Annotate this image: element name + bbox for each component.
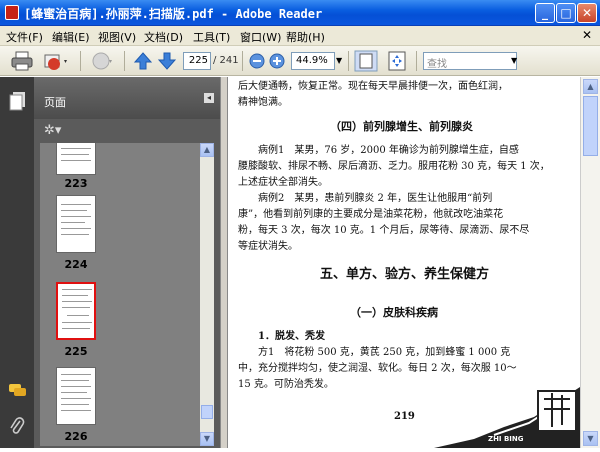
attachment-icon[interactable]: [9, 417, 25, 437]
toolbar-separator: [124, 51, 125, 71]
zoom-in-icon[interactable]: [268, 50, 286, 72]
toolbar: 225 / 241 44.9% ▼ 查找 ▼: [0, 46, 600, 76]
document-page: 后大便通畅，恢复正常。现在每天早晨排便一次，面色红润， 精神饱满。 （四）前列腺…: [228, 77, 580, 448]
previous-page-icon[interactable]: [132, 50, 154, 72]
toolbar-separator: [348, 51, 349, 71]
doc-line: 病例2 某男，患前列腺炎 2 年，医生让他服用“前列: [258, 193, 493, 204]
doc-line: 康”，他看到前列康的主要成分是油菜花粉，他就改吃油菜花: [238, 209, 504, 220]
maximize-button[interactable]: □: [556, 3, 576, 23]
thumbnail-label: 224: [64, 258, 88, 271]
topic-heading: 1．脱发、秃发: [258, 331, 325, 342]
doc-line: 粉，每天 3 次，每次 10 克。1 个月后，尿等待、尿滴沥、尿不尽: [238, 225, 530, 236]
panel-header: 页面 ◂: [34, 77, 220, 119]
menu-document[interactable]: 文档(D): [144, 29, 183, 45]
review-comment-icon[interactable]: [90, 50, 116, 72]
page-number: 219: [394, 411, 415, 422]
window-title: [蜂蜜治百病].孙丽萍.扫描版.pdf - Adobe Reader: [24, 7, 323, 21]
thumbnail-label: 225: [64, 345, 88, 358]
zoom-out-icon[interactable]: [248, 50, 266, 72]
menu-view[interactable]: 视图(V): [98, 29, 136, 45]
page-thumbnail-224[interactable]: [56, 195, 96, 253]
toolbar-separator: [80, 51, 81, 71]
doc-line: 方1 将花粉 500 克，黄芪 250 克，加到蜂蜜 1 000 克: [258, 347, 511, 358]
print-icon[interactable]: [10, 50, 34, 72]
page-thumbnail-225[interactable]: [56, 282, 96, 340]
scrollbar-thumb[interactable]: [201, 405, 213, 419]
doc-line: 腰膝酸软、排尿不畅、尿后滴沥、乏力。服用花粉 30 克，每天 1 次，: [238, 161, 550, 172]
menu-tools[interactable]: 工具(T): [193, 29, 230, 45]
doc-line: 精神饱满。: [238, 97, 288, 108]
thumbnail-label: 223: [64, 177, 88, 190]
chevron-down-icon[interactable]: ▼: [336, 56, 342, 65]
scroll-up-icon[interactable]: ▲: [200, 143, 214, 157]
scroll-down-icon[interactable]: ▼: [583, 431, 598, 446]
doc-line: 上述症状全部消失。: [238, 177, 328, 188]
full-screen-icon[interactable]: [386, 50, 408, 72]
toolbar-separator: [416, 51, 417, 71]
doc-line: 后大便通畅，恢复正常。现在每天早晨排便一次，面色红润，: [238, 81, 508, 92]
scrollbar-thumb[interactable]: [583, 96, 598, 156]
document-close-icon[interactable]: ✕: [582, 28, 592, 42]
menu-file[interactable]: 文件(F): [6, 29, 43, 45]
find-input[interactable]: 查找: [423, 52, 517, 70]
subsection-heading: （一）皮肤科疾病: [350, 306, 438, 319]
menu-help[interactable]: 帮助(H): [286, 29, 325, 45]
doc-line: 病例1 某男，76 岁，2000 年确诊为前列腺增生症，自感: [258, 145, 519, 156]
scroll-down-icon[interactable]: ▼: [200, 432, 214, 446]
document-scrollbar[interactable]: ▲ ▼: [580, 77, 600, 448]
zoom-level-select[interactable]: 44.9%: [291, 52, 335, 70]
next-page-icon[interactable]: [156, 50, 178, 72]
thumbnail-list: 223 224 225 226: [40, 143, 200, 446]
page-number-input[interactable]: 225: [183, 52, 211, 70]
minimize-button[interactable]: _: [535, 3, 555, 23]
doc-line: 中，充分搅拌均匀，使之润湿、软化。每日 2 次，每次服 10～: [238, 363, 517, 374]
decorative-stamp-graphic: ZHI BING: [434, 387, 580, 448]
page-thumbnail-226[interactable]: [56, 367, 96, 425]
navigation-rail: [0, 77, 34, 448]
stamp-text: ZHI BING: [488, 435, 524, 443]
doc-line: 15 克。可防治秃发。: [238, 379, 334, 390]
doc-line: 等症状消失。: [238, 241, 298, 252]
pages-icon[interactable]: [9, 91, 27, 111]
scroll-up-icon[interactable]: ▲: [583, 79, 598, 94]
chapter-heading: 五、单方、验方、养生保健方: [320, 267, 490, 282]
chevron-down-icon[interactable]: ▼: [511, 56, 517, 65]
section-heading: （四）前列腺增生、前列腺炎: [330, 120, 473, 133]
comments-icon[interactable]: [8, 383, 28, 399]
adobe-reader-icon: [5, 5, 19, 20]
thumbnail-scrollbar[interactable]: ▲ ▼: [200, 143, 214, 446]
options-gear-icon[interactable]: ✲▾: [44, 123, 61, 138]
fit-page-icon[interactable]: [354, 50, 378, 72]
menu-window[interactable]: 窗口(W): [240, 29, 281, 45]
toolbar-separator: [242, 51, 243, 71]
title-bar: [蜂蜜治百病].孙丽萍.扫描版.pdf - Adobe Reader _ □ ✕: [0, 0, 600, 26]
pages-panel: 页面 ◂ ✲▾ 223 224 225 226 ▲ ▼: [34, 77, 220, 448]
menu-edit[interactable]: 编辑(E): [52, 29, 90, 45]
page-total: / 241: [213, 55, 239, 66]
email-share-icon[interactable]: [42, 50, 70, 72]
page-thumbnail-223[interactable]: [56, 143, 96, 175]
collapse-panel-button[interactable]: ◂: [204, 93, 214, 103]
thumbnail-label: 226: [64, 430, 88, 443]
panel-title: 页面: [44, 96, 66, 109]
panel-splitter[interactable]: [220, 77, 228, 448]
menu-bar: 文件(F) 编辑(E) 视图(V) 文档(D) 工具(T) 窗口(W) 帮助(H…: [0, 26, 600, 46]
close-button[interactable]: ✕: [577, 3, 597, 23]
